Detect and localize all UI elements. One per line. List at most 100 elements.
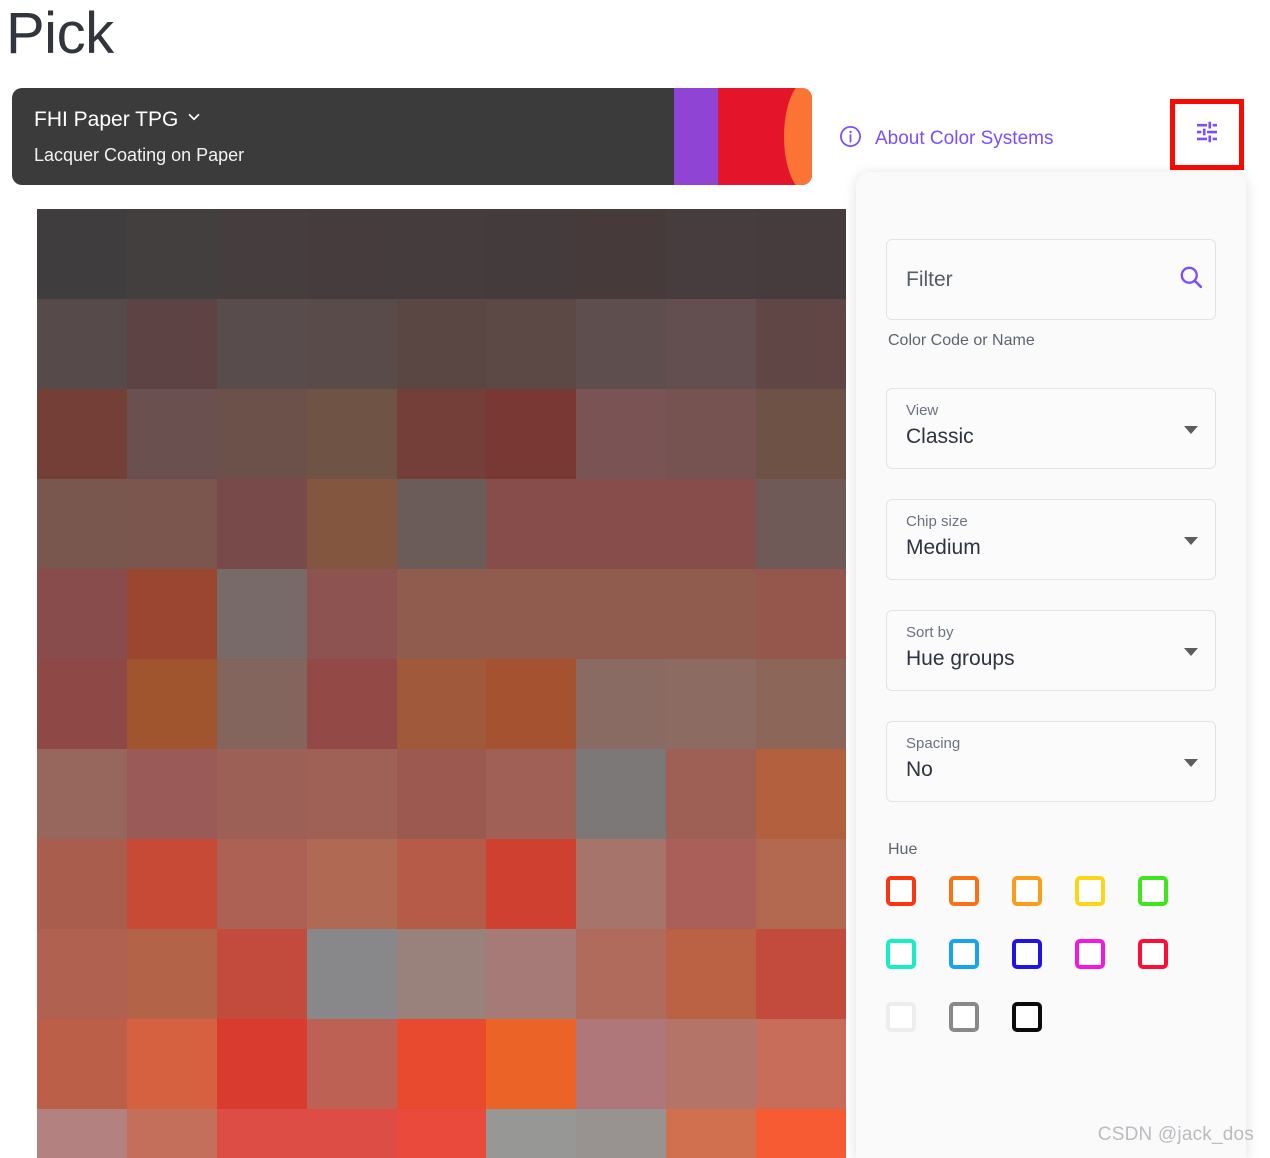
spacing-select[interactable]: Spacing No: [886, 721, 1216, 802]
hue-amber-swatch[interactable]: [1012, 876, 1042, 906]
color-chip[interactable]: [666, 929, 757, 1019]
color-chip[interactable]: [666, 749, 757, 839]
color-chip[interactable]: [756, 749, 846, 839]
hue-white-swatch[interactable]: [886, 1002, 916, 1032]
search-input[interactable]: [906, 267, 1177, 292]
color-chip[interactable]: [126, 299, 217, 389]
hue-swatch-cell[interactable]: [1075, 939, 1138, 1002]
hue-swatch-cell[interactable]: [1075, 876, 1138, 939]
color-chip[interactable]: [666, 389, 757, 479]
color-chip[interactable]: [126, 659, 217, 749]
hue-swatch-cell[interactable]: [886, 1002, 949, 1065]
color-chip[interactable]: [126, 569, 217, 659]
color-chip[interactable]: [756, 389, 846, 479]
color-chip[interactable]: [37, 659, 127, 749]
color-chip[interactable]: [576, 209, 667, 299]
color-chip[interactable]: [756, 1109, 846, 1158]
color-chip[interactable]: [216, 1109, 307, 1158]
color-chip[interactable]: [666, 209, 757, 299]
color-chip[interactable]: [396, 749, 487, 839]
color-chip[interactable]: [486, 389, 577, 479]
color-chip[interactable]: [306, 749, 397, 839]
color-chip[interactable]: [486, 569, 577, 659]
color-chip[interactable]: [756, 479, 846, 569]
color-chip[interactable]: [37, 749, 127, 839]
color-chip[interactable]: [306, 389, 397, 479]
color-chip[interactable]: [486, 299, 577, 389]
chevron-down-icon[interactable]: [185, 106, 203, 134]
color-chip[interactable]: [396, 569, 487, 659]
hue-cyan-swatch[interactable]: [886, 939, 916, 969]
hue-black-swatch[interactable]: [1012, 1002, 1042, 1032]
color-chip[interactable]: [756, 209, 846, 299]
color-chip[interactable]: [126, 929, 217, 1019]
search-icon[interactable]: [1177, 263, 1205, 296]
color-chip[interactable]: [756, 659, 846, 749]
color-chip[interactable]: [306, 569, 397, 659]
color-chip[interactable]: [756, 1019, 846, 1109]
hue-blue-swatch[interactable]: [1012, 939, 1042, 969]
color-chip[interactable]: [216, 299, 307, 389]
color-chip[interactable]: [37, 1019, 127, 1109]
caret-down-icon[interactable]: [1184, 647, 1198, 656]
color-chip[interactable]: [37, 479, 127, 569]
color-chip[interactable]: [666, 839, 757, 929]
color-chip-grid[interactable]: [37, 209, 846, 1158]
color-chip[interactable]: [37, 929, 127, 1019]
color-chip[interactable]: [576, 299, 667, 389]
color-chip[interactable]: [306, 209, 397, 299]
color-chip[interactable]: [756, 929, 846, 1019]
color-chip[interactable]: [576, 929, 667, 1019]
color-chip[interactable]: [396, 299, 487, 389]
color-chip[interactable]: [666, 569, 757, 659]
caret-down-icon[interactable]: [1184, 536, 1198, 545]
color-chip[interactable]: [396, 839, 487, 929]
hue-orange-swatch[interactable]: [949, 876, 979, 906]
settings-button[interactable]: [1170, 99, 1244, 170]
color-system-selector[interactable]: FHI Paper TPG: [34, 106, 244, 134]
hue-swatch-cell[interactable]: [886, 939, 949, 1002]
hue-swatch-cell[interactable]: [949, 939, 1012, 1002]
color-chip[interactable]: [396, 929, 487, 1019]
hue-gray-swatch[interactable]: [949, 1002, 979, 1032]
color-chip[interactable]: [216, 749, 307, 839]
hue-swatch-cell[interactable]: [1012, 1002, 1075, 1065]
hue-swatch-cell[interactable]: [949, 876, 1012, 939]
hue-swatch-cell[interactable]: [1138, 939, 1201, 1002]
color-chip[interactable]: [37, 389, 127, 479]
color-chip[interactable]: [306, 479, 397, 569]
caret-down-icon[interactable]: [1184, 758, 1198, 767]
hue-swatch-cell[interactable]: [1012, 876, 1075, 939]
color-system-header-bar[interactable]: FHI Paper TPG Lacquer Coating on Paper: [12, 88, 812, 185]
color-chip[interactable]: [126, 749, 217, 839]
color-chip[interactable]: [126, 1019, 217, 1109]
color-chip[interactable]: [216, 389, 307, 479]
color-chip[interactable]: [486, 1019, 577, 1109]
color-chip[interactable]: [126, 209, 217, 299]
color-chip[interactable]: [37, 569, 127, 659]
hue-swatch-cell[interactable]: [1012, 939, 1075, 1002]
color-chip[interactable]: [756, 569, 846, 659]
hue-swatch-cell[interactable]: [1138, 876, 1201, 939]
color-chip[interactable]: [666, 1019, 757, 1109]
color-chip[interactable]: [37, 299, 127, 389]
color-chip[interactable]: [216, 929, 307, 1019]
sort-by-select[interactable]: Sort by Hue groups: [886, 610, 1216, 691]
color-chip[interactable]: [37, 209, 127, 299]
color-chip[interactable]: [486, 479, 577, 569]
color-chip[interactable]: [576, 659, 667, 749]
color-chip[interactable]: [306, 839, 397, 929]
color-chip[interactable]: [666, 1109, 757, 1158]
color-chip[interactable]: [756, 299, 846, 389]
color-chip[interactable]: [666, 299, 757, 389]
color-chip[interactable]: [396, 389, 487, 479]
hue-crimson-swatch[interactable]: [1138, 939, 1168, 969]
color-chip[interactable]: [396, 659, 487, 749]
hue-swatch-group[interactable]: [886, 876, 1216, 1065]
hue-swatch-cell[interactable]: [949, 1002, 1012, 1065]
hue-swatch-cell[interactable]: [886, 876, 949, 939]
color-chip[interactable]: [576, 1019, 667, 1109]
chip-size-select[interactable]: Chip size Medium: [886, 499, 1216, 580]
color-chip[interactable]: [396, 1019, 487, 1109]
about-color-systems-link[interactable]: About Color Systems: [838, 124, 1053, 154]
